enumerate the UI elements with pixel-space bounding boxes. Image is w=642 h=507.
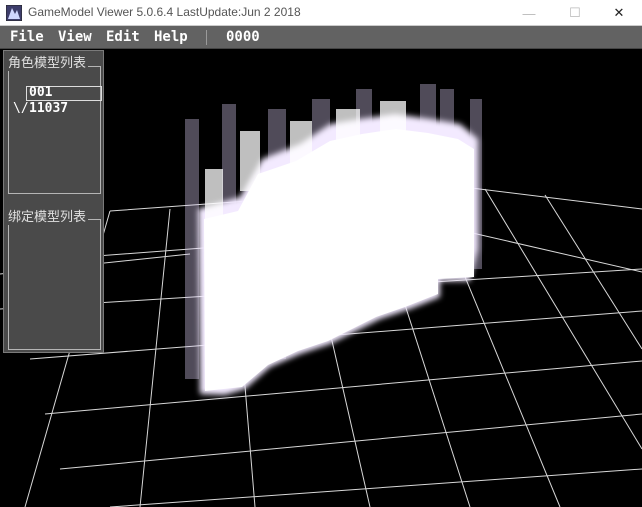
expand-marker[interactable]: \/ [13,102,29,116]
close-button[interactable]: ✕ [596,0,642,26]
menu-bar: File View Edit Help 0000 [0,26,642,49]
menu-view[interactable]: View [58,29,92,45]
character-list-title: 角色模型列表 [6,56,89,71]
menu-edit[interactable]: Edit [106,29,140,45]
menu-help[interactable]: Help [154,29,188,45]
model-list-panel: 001 \/ 11037 角色模型列表 绑定模型列表 [3,50,104,353]
bind-model-list[interactable] [8,219,101,350]
menu-file[interactable]: File [10,29,44,45]
bind-list-title: 绑定模型列表 [6,210,89,225]
list-item[interactable]: 001 [29,86,52,100]
menu-separator [206,30,207,45]
character-model-list[interactable]: 001 \/ 11037 [8,66,102,194]
maximize-button[interactable]: ☐ [552,0,598,26]
frame-counter: 0000 [226,29,260,45]
minimize-button[interactable]: — [506,0,552,26]
app-icon [5,4,23,22]
window-titlebar[interactable]: GameModel Viewer 5.0.6.4 LastUpdate:Jun … [0,0,642,26]
window-title: GameModel Viewer 5.0.6.4 LastUpdate:Jun … [28,5,301,19]
list-item[interactable]: 11037 [29,102,68,116]
